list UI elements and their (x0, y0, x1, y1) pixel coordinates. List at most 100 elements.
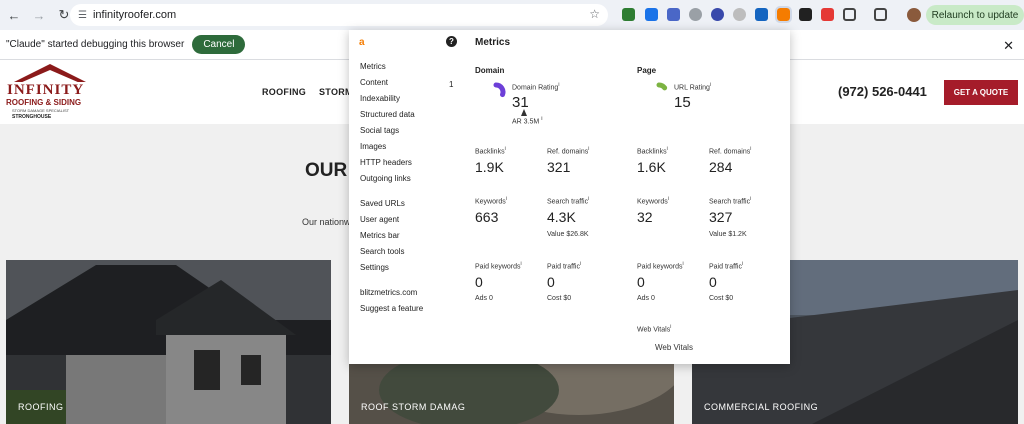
domain-backlinks-value[interactable]: 1.9K (475, 159, 504, 175)
menu-item-structured-data[interactable]: Structured data (360, 110, 415, 119)
side-panel-icon[interactable] (874, 8, 887, 21)
extension-icon[interactable] (711, 8, 724, 21)
menu-item-metrics[interactable]: Metrics (360, 62, 386, 71)
card-label: ROOFING (18, 402, 64, 412)
extension-icon[interactable] (799, 8, 812, 21)
extension-icon[interactable] (821, 8, 834, 21)
page-backlinks-label: Backlinksi (637, 146, 668, 156)
domain-ref-domains-label: Ref. domainsi (547, 146, 590, 156)
page-backlinks-value[interactable]: 1.6K (637, 159, 666, 175)
page-paid-traffic-label: Paid traffici (709, 261, 744, 271)
metrics-title: Metrics (475, 37, 511, 48)
get-quote-button[interactable]: GET A QUOTE (944, 80, 1018, 105)
card-label: ROOF STORM DAMAG (361, 402, 466, 412)
logo-partner: STRONGHOUSE (12, 114, 52, 120)
domain-rating-label: Domain Ratingi (512, 82, 560, 92)
extension-icon[interactable] (755, 8, 768, 21)
page-search-traffic-label: Search traffici (709, 196, 752, 206)
domain-ref-domains-value[interactable]: 321 (547, 159, 570, 175)
page-paid-keywords-label: Paid keywordsi (637, 261, 684, 271)
help-icon[interactable]: ? (446, 36, 457, 47)
page-keywords-value[interactable]: 32 (637, 209, 653, 225)
site-info-icon[interactable]: ☰ (78, 10, 87, 21)
ahrefs-popup: a ? Metrics Content 1 Indexability Struc… (349, 30, 790, 364)
relaunch-button[interactable]: Relaunch to update (926, 5, 1024, 25)
section-heading: OUR (305, 160, 348, 181)
forward-icon[interactable]: → (28, 4, 50, 26)
url-rating-gauge (656, 82, 668, 91)
site-logo[interactable]: INFINITY ROOFING & SIDING STORM DAMAGE S… (4, 64, 96, 120)
profile-avatar[interactable] (907, 8, 921, 22)
bookmark-star-icon[interactable]: ☆ (589, 7, 600, 21)
ahrefs-logo: a (359, 37, 365, 48)
menu-item-outgoing-links[interactable]: Outgoing links (360, 174, 411, 183)
menu-item-blitzmetrics[interactable]: blitzmetrics.com (360, 288, 417, 297)
house-photo (6, 260, 331, 424)
page-ref-domains-value[interactable]: 284 (709, 159, 732, 175)
close-icon[interactable]: ✕ (1003, 38, 1014, 54)
extension-icon[interactable] (622, 8, 635, 21)
extension-icon[interactable] (733, 8, 746, 21)
domain-section-title: Domain (475, 66, 505, 75)
screen: ← → ↻ ☰ infinityroofer.com ☆ Relaunch to… (0, 0, 1024, 424)
logo-tagline: STORM DAMAGE SPECIALIST (12, 108, 70, 113)
page-ads: Ads 0 (637, 295, 655, 302)
menu-item-user-agent[interactable]: User agent (360, 215, 399, 224)
domain-keywords-label: Keywordsi (475, 196, 507, 206)
menu-item-http-headers[interactable]: HTTP headers (360, 158, 412, 167)
card-label: COMMERCIAL ROOFING (704, 402, 819, 412)
domain-paid-traffic-value[interactable]: 0 (547, 274, 555, 290)
ahrefs-rank: AR 3.5M i (512, 116, 543, 126)
url-text: infinityroofer.com (92, 9, 177, 21)
nav-storm[interactable]: STORM (319, 87, 353, 97)
logo-text: INFINITY (7, 82, 85, 98)
domain-backlinks-label: Backlinksi (475, 146, 506, 156)
extension-icon[interactable] (689, 8, 702, 21)
logo-subtext: ROOFING & SIDING (6, 98, 82, 107)
page-traffic-value: Value $1.2K (709, 231, 747, 238)
menu-item-content[interactable]: Content (360, 78, 388, 87)
url-rating-label: URL Ratingi (674, 82, 712, 92)
service-card-roofing[interactable]: ROOFING (6, 260, 331, 424)
extension-icon[interactable] (667, 8, 680, 21)
domain-keywords-value[interactable]: 663 (475, 209, 498, 225)
web-vitals-label: Web Vitalsi (637, 324, 672, 334)
puzzle-icon[interactable] (843, 8, 856, 21)
web-vitals-link[interactable]: Web Vitals (655, 343, 693, 352)
domain-ads: Ads 0 (475, 295, 493, 302)
menu-item-saved-urls[interactable]: Saved URLs (360, 199, 405, 208)
phone-number[interactable]: (972) 526-0441 (838, 84, 927, 99)
domain-search-traffic-value[interactable]: 4.3K (547, 209, 576, 225)
url-rating-value: 15 (674, 94, 691, 111)
menu-item-social-tags[interactable]: Social tags (360, 126, 399, 135)
menu-item-suggest-feature[interactable]: Suggest a feature (360, 304, 423, 313)
page-section-title: Page (637, 66, 657, 75)
menu-item-search-tools[interactable]: Search tools (360, 247, 404, 256)
page-keywords-label: Keywordsi (637, 196, 669, 206)
ahrefs-extension-icon[interactable] (775, 6, 792, 23)
menu-item-settings[interactable]: Settings (360, 263, 389, 272)
page-paid-traffic-value[interactable]: 0 (709, 274, 717, 290)
page-ref-domains-label: Ref. domainsi (709, 146, 752, 156)
domain-search-traffic-label: Search traffici (547, 196, 590, 206)
page-cost: Cost $0 (709, 295, 734, 302)
back-icon[interactable]: ← (3, 4, 25, 26)
extension-icon[interactable] (645, 8, 658, 21)
page-search-traffic-value[interactable]: 327 (709, 209, 732, 225)
domain-paid-keywords-value[interactable]: 0 (475, 274, 483, 290)
mouse-cursor (521, 109, 527, 116)
address-bar[interactable]: ☰ infinityroofer.com ☆ (70, 4, 608, 26)
domain-paid-traffic-label: Paid traffici (547, 261, 582, 271)
section-subtext: Our nationw (302, 217, 351, 227)
menu-item-metrics-bar[interactable]: Metrics bar (360, 231, 400, 240)
nav-roofing[interactable]: ROOFING (262, 87, 306, 97)
menu-item-indexability[interactable]: Indexability (360, 94, 400, 103)
page-paid-keywords-value[interactable]: 0 (637, 274, 645, 290)
cancel-button[interactable]: Cancel (192, 35, 246, 54)
menu-item-images[interactable]: Images (360, 142, 386, 151)
domain-traffic-value: Value $26.8K (547, 231, 589, 238)
content-count-badge: 1 (449, 80, 454, 89)
domain-paid-keywords-label: Paid keywordsi (475, 261, 522, 271)
debug-message: "Claude" started debugging this browser (6, 39, 185, 50)
browser-toolbar: ← → ↻ ☰ infinityroofer.com ☆ Relaunch to… (0, 0, 1024, 30)
